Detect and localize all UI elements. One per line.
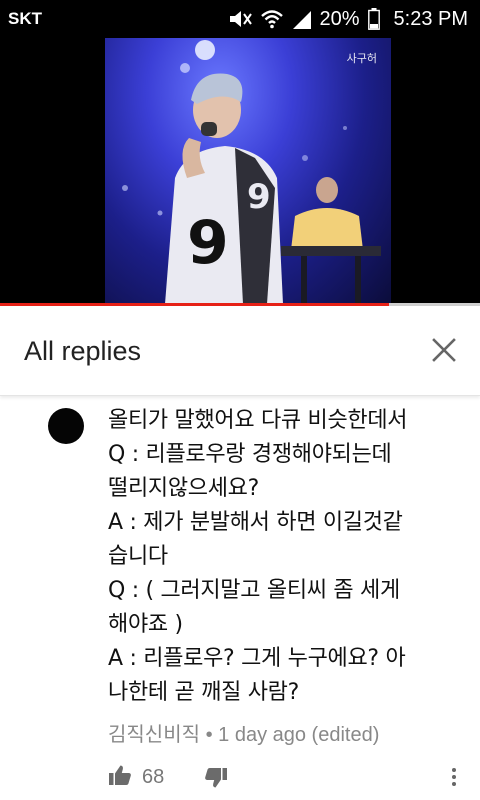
battery-level: 20% (319, 7, 360, 30)
clock: 5:23 PM (393, 7, 468, 30)
more-vert-icon-dot (452, 775, 456, 779)
status-bar: SKT 20% 5:23 PM (0, 0, 480, 38)
video-frame[interactable]: 9 9 사구허 (105, 38, 391, 304)
comment-time: 1 day ago (edited) (218, 724, 380, 746)
carrier-label: SKT (8, 9, 42, 28)
video-player[interactable]: 9 9 사구허 (0, 38, 480, 306)
comment-text: 올티가 말했어요 다큐 비슷한데서 Q : 리플로우랑 경쟁해야되는데 떨리지않… (108, 408, 408, 705)
mute-icon (227, 8, 253, 30)
svg-text:9: 9 (247, 177, 271, 217)
comment-meta: 김직신비직 • 1 day ago (edited) (108, 718, 468, 747)
meta-separator: • (205, 724, 213, 746)
replies-header: All replies (0, 306, 480, 396)
replies-title: All replies (24, 336, 142, 366)
like-button[interactable] (108, 764, 132, 790)
battery-icon (367, 8, 380, 30)
close-icon (432, 338, 456, 366)
wifi-icon (261, 8, 284, 30)
thumbs-down-icon (204, 768, 228, 793)
avatar[interactable] (48, 408, 84, 444)
comment-item: 올티가 말했어요 다큐 비슷한데서 Q : 리플로우랑 경쟁해야되는데 떨리지않… (0, 396, 480, 800)
dislike-button[interactable] (204, 767, 228, 793)
more-vert-icon-dot (452, 768, 456, 772)
comment-actions: 68 (108, 762, 468, 792)
more-options-button[interactable] (446, 764, 462, 790)
like-count: 68 (142, 766, 165, 788)
thumbs-up-icon (108, 765, 132, 790)
comment-author[interactable]: 김직신비직 (108, 724, 200, 746)
signal-icon (291, 9, 312, 29)
svg-text:9: 9 (187, 208, 229, 278)
video-watermark: 사구허 (346, 52, 377, 65)
more-vert-icon-dot (452, 782, 456, 786)
status-icons: 20% 5:23 PM (227, 6, 468, 32)
close-button[interactable] (426, 334, 462, 370)
video-scene: 9 9 (122, 40, 381, 304)
comment-body: 올티가 말했어요 다큐 비슷한데서 Q : 리플로우랑 경쟁해야되는데 떨리지않… (108, 404, 468, 747)
